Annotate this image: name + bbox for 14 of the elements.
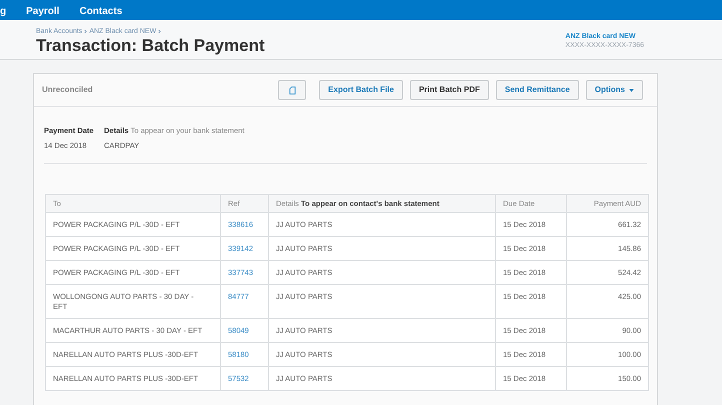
toolbar-button[interactable]: Export Batch File — [319, 80, 403, 100]
caret-icon — [629, 88, 634, 92]
toolbar-button[interactable]: Print Batch PDF — [410, 80, 489, 100]
toolbar-button[interactable]: Send Remittance — [496, 80, 579, 100]
chevron-icon — [84, 29, 88, 34]
nav-item[interactable]: Contacts — [79, 6, 122, 17]
options-dropdown[interactable]: Options — [586, 80, 643, 100]
document-button[interactable] — [278, 80, 306, 100]
nav-item[interactable]: Payroll — [26, 6, 60, 17]
page-title: Transaction: Batch Payment — [36, 36, 265, 56]
document-icon — [288, 86, 296, 94]
status-label: Unreconciled — [42, 84, 94, 96]
chevron-icon — [158, 29, 162, 34]
nav-item[interactable]: g — [0, 6, 6, 17]
